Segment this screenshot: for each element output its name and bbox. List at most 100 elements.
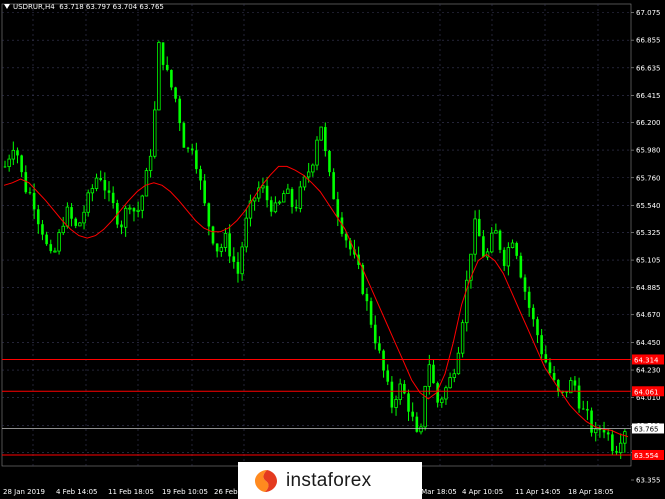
candle-body-up [53, 250, 57, 253]
candle-body-up [153, 109, 157, 157]
candle-body-down [386, 370, 390, 382]
candle-body-down [577, 385, 581, 409]
candle-body-down [611, 434, 614, 452]
candle-body-up [623, 431, 627, 444]
candle-body-up [419, 426, 423, 433]
candle-body-up [86, 192, 90, 213]
candle-body-up [510, 242, 515, 248]
candle-body-down [74, 218, 78, 226]
x-tick-label: 19 Feb 10:05 [162, 488, 208, 496]
candle-body-down [20, 155, 23, 173]
candle-body-down [16, 150, 19, 156]
candle-body-up [311, 164, 315, 173]
candle-body-up [302, 176, 307, 188]
candle-body-down [581, 408, 585, 410]
watermark-text: instaforex [286, 469, 372, 491]
candle-body-down [174, 87, 177, 99]
candle-body-down [527, 291, 531, 308]
candle-body-up [319, 126, 323, 141]
candle-body-down [269, 200, 273, 212]
candle-body-down [165, 64, 169, 70]
candle-body-down [544, 354, 548, 363]
candle-body-down [606, 432, 610, 435]
instaforex-watermark: instaforex [238, 462, 422, 499]
y-tick-label: 66.415 [636, 92, 661, 100]
candle-body-down [382, 350, 385, 371]
candle-body-down [41, 224, 44, 235]
candle-body-up [473, 218, 477, 255]
candle-body-up [315, 139, 319, 166]
candle-body-down [232, 256, 236, 262]
candle-body-up [298, 186, 303, 209]
candle-body-up [306, 171, 311, 178]
x-tick-label: 18 Apr 18:05 [568, 488, 614, 496]
candle-body-down [373, 324, 377, 344]
candle-body-down [523, 277, 527, 292]
candle-body-up [460, 322, 465, 354]
candle-body-down [403, 383, 406, 394]
candle-body-down [536, 319, 539, 336]
candle-body-down [228, 233, 231, 257]
y-tick-label: 65.540 [636, 202, 661, 210]
y-tick-label: 64.885 [636, 284, 661, 292]
candle-body-up [494, 230, 498, 234]
candle-body-down [199, 169, 202, 181]
candle-body-down [432, 364, 435, 384]
candle-body-up [136, 209, 140, 212]
candle-body-up [273, 202, 278, 213]
candle-body-down [99, 178, 102, 181]
y-tick-label: 64.230 [636, 367, 661, 375]
y-tick-label: 64.670 [636, 311, 661, 319]
candle-body-down [211, 226, 215, 244]
candle-body-up [82, 211, 86, 224]
candle-body-down [336, 199, 340, 218]
candle-body-down [103, 180, 107, 191]
candle-body-up [57, 232, 61, 252]
x-tick-label: 11 Apr 14:05 [515, 488, 561, 496]
x-tick-label: 11 Feb 18:05 [108, 488, 154, 496]
candle-body-down [170, 69, 173, 88]
candle-body-down [602, 429, 606, 433]
dropdown-triangle-icon[interactable] [4, 4, 10, 9]
candle-body-up [456, 352, 461, 375]
candle-body-down [498, 230, 502, 250]
candle-body-down [107, 190, 111, 193]
candle-body-down [573, 380, 577, 386]
candle-body-down [120, 224, 123, 228]
y-tick-label: 65.325 [636, 229, 661, 237]
candle-body-up [394, 399, 398, 408]
ohlc-values: 63.718 63.797 63.704 63.765 [59, 3, 164, 11]
candle-body-down [32, 192, 36, 210]
candle-body-up [144, 170, 149, 197]
candle-body-down [415, 416, 419, 432]
candle-body-down [586, 408, 589, 411]
candle-body-down [324, 127, 327, 151]
candle-body-down [411, 411, 414, 417]
y-tick-label: 63.355 [636, 477, 661, 485]
candle-body-down [519, 255, 523, 278]
candle-body-up [286, 188, 290, 195]
candle-body-up [7, 158, 11, 167]
y-tick-label: 66.635 [636, 64, 661, 72]
y-tick-label: 65.105 [636, 257, 661, 265]
candle-body-up [219, 247, 224, 252]
y-tick-label: 65.760 [636, 174, 661, 182]
level-price-label: 64.061 [634, 388, 659, 396]
candle-body-down [132, 208, 136, 212]
candle-body-up [90, 188, 95, 194]
candle-body-down [615, 451, 618, 453]
y-tick-label: 66.200 [636, 119, 661, 127]
level-price-label: 64.314 [634, 356, 659, 364]
y-tick-label: 66.855 [636, 37, 661, 45]
candle-body-up [444, 387, 448, 400]
candle-body-up [423, 385, 427, 428]
candle-body-down [290, 189, 294, 207]
candle-body-up [506, 247, 511, 267]
candlestick-chart[interactable]: 67.075 66.855 66.635 66.415 66.200 65.980 65.7… [0, 0, 665, 499]
candle-body-down [207, 203, 211, 227]
x-tick-label: 26 Feb [214, 488, 238, 496]
candle-body-down [332, 172, 335, 200]
candle-body-down [178, 98, 182, 124]
candle-body-down [590, 410, 593, 433]
y-tick-label: 64.450 [636, 339, 661, 347]
